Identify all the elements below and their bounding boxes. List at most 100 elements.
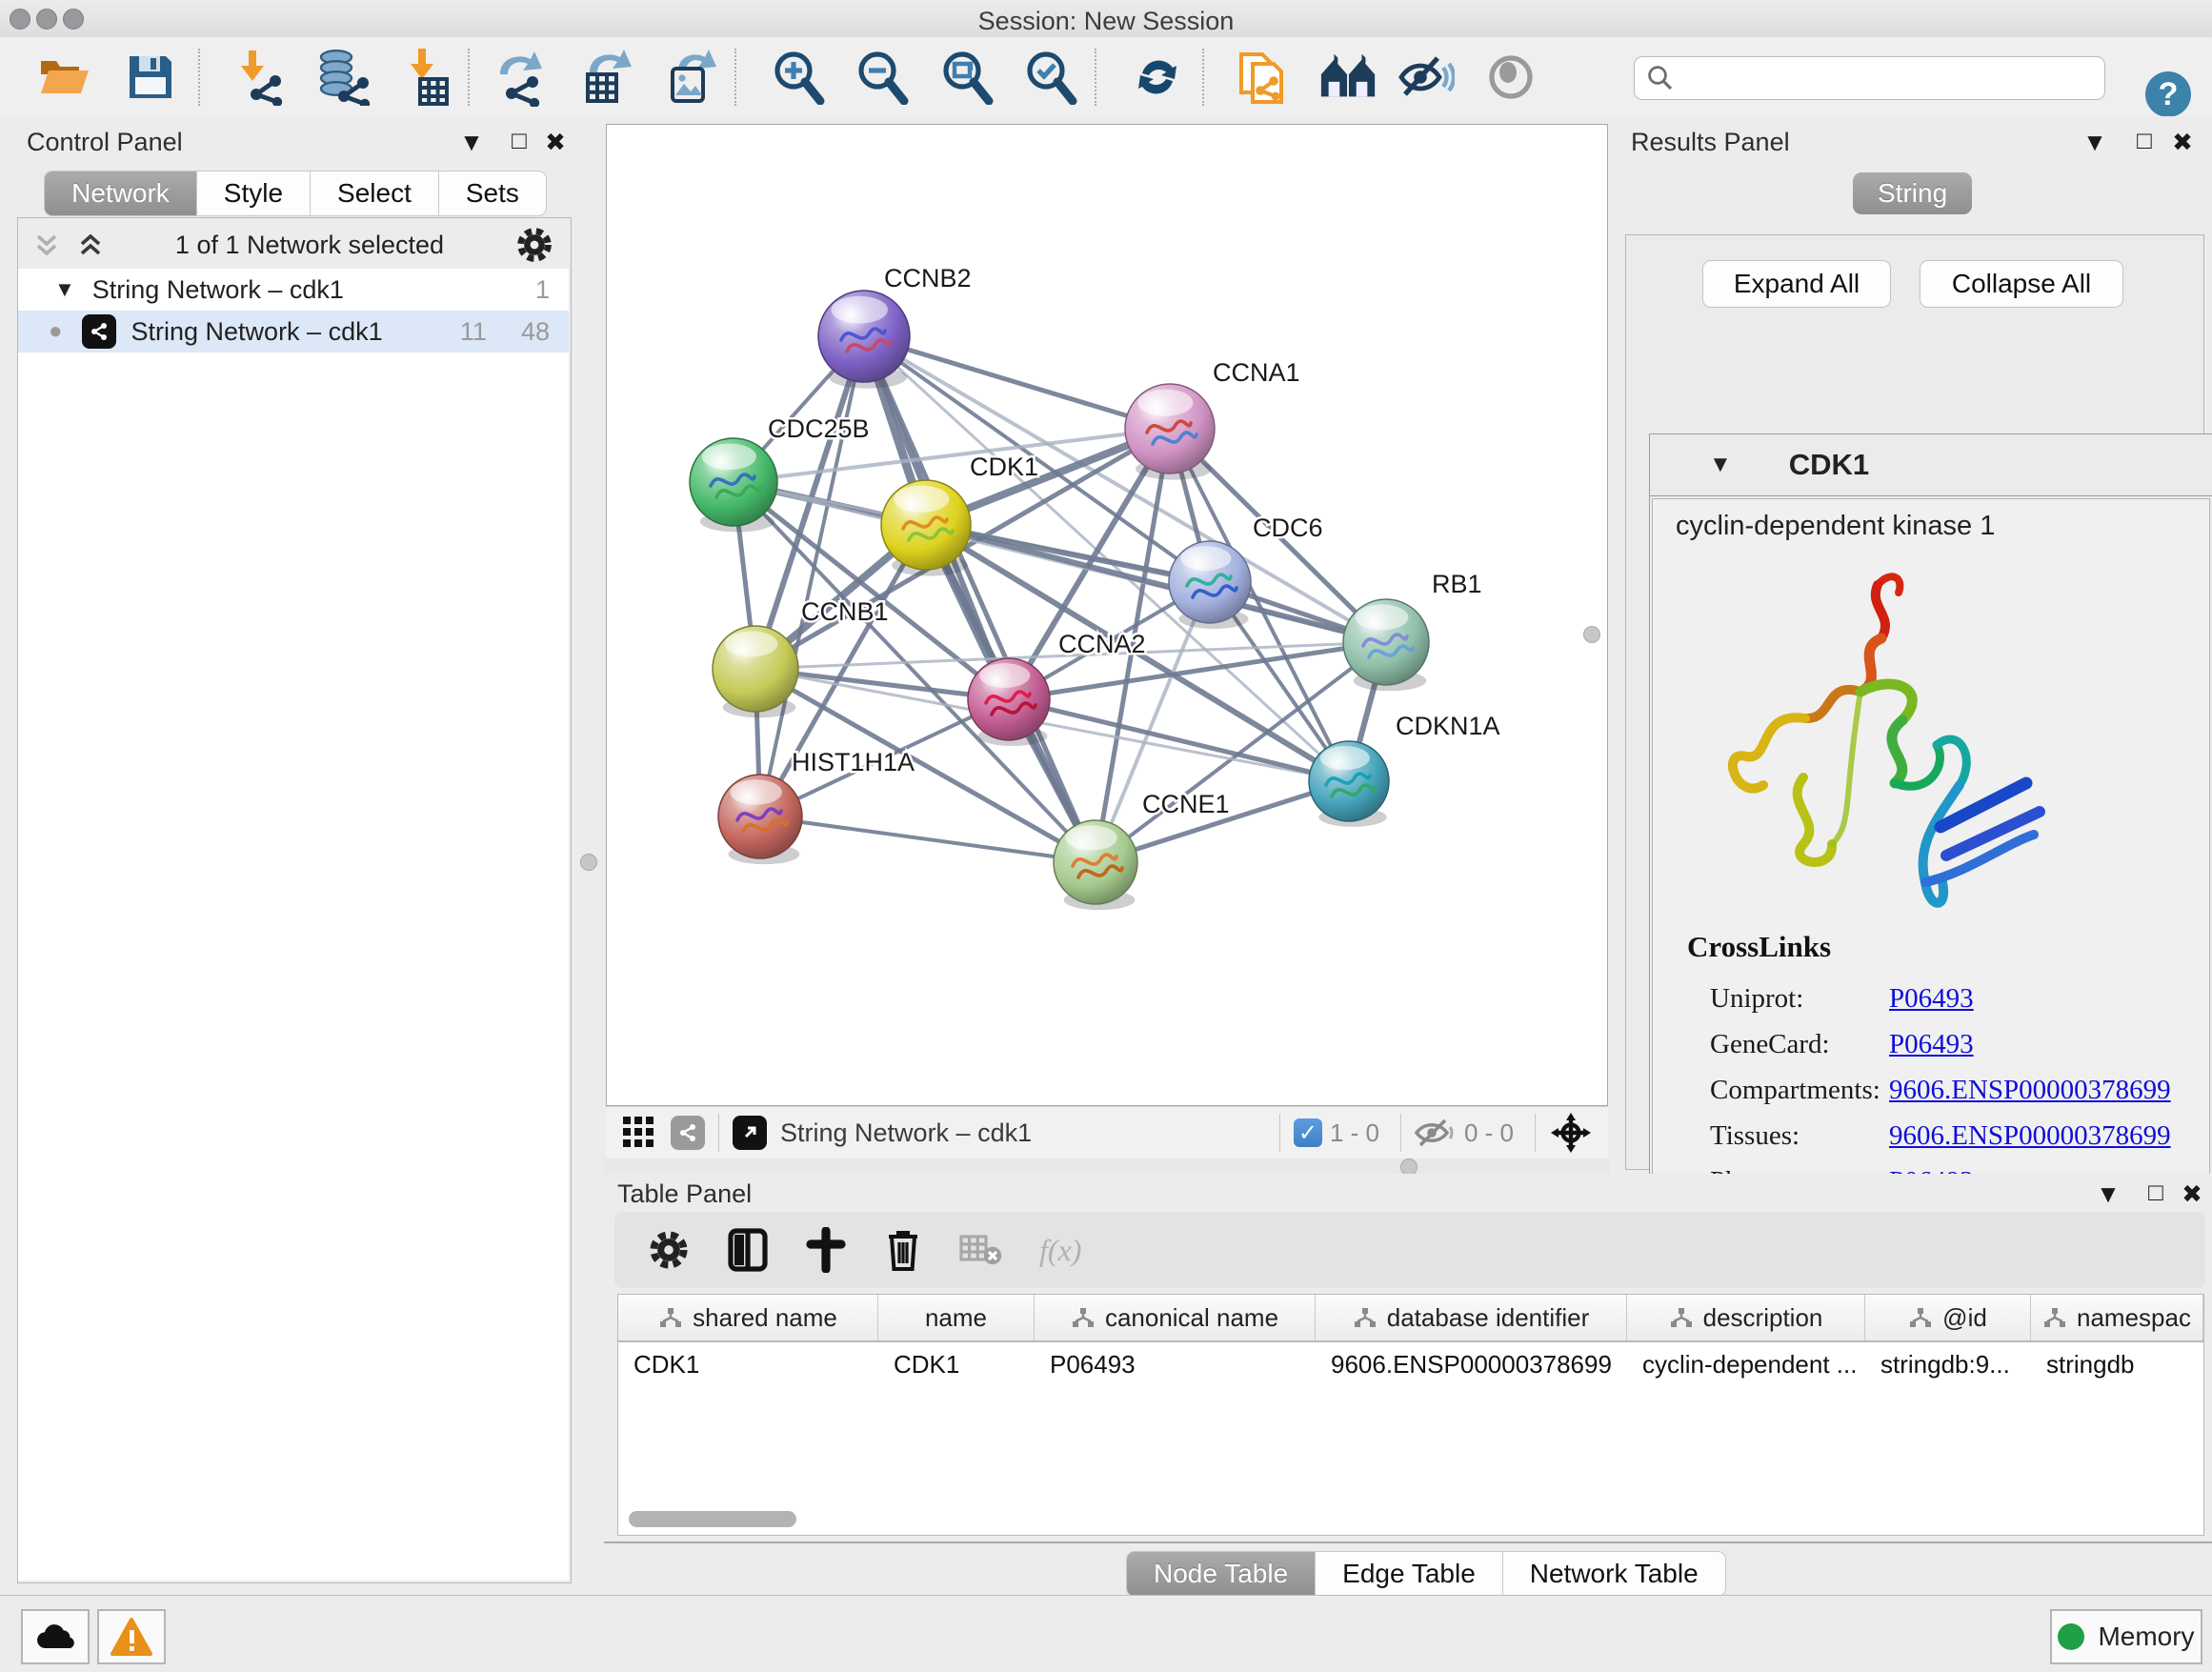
control-panel-title: Control Panel [27, 128, 183, 157]
hide-selected-button[interactable] [1396, 47, 1457, 108]
table-cell[interactable]: CDK1 [618, 1342, 878, 1386]
network-row[interactable]: ● String Network – cdk1 11 48 [18, 311, 569, 353]
left-splitter-handle[interactable] [580, 854, 597, 871]
table-row[interactable]: CDK1CDK1P064939606.ENSP00000378699cyclin… [618, 1342, 2203, 1386]
clone-network-button[interactable] [1233, 47, 1294, 108]
import-network-from-database-button[interactable] [311, 47, 372, 108]
network-canvas[interactable]: CCNB2CCNA1CDC25BCDK1CDC6RB1CCNB1CCNA2CDK… [606, 124, 1608, 1106]
table-panel-close-icon[interactable]: ✖ [2176, 1179, 2208, 1209]
tab-select[interactable]: Select [311, 171, 439, 216]
column-header-name[interactable]: name [878, 1295, 1035, 1340]
cloud-status-button[interactable] [21, 1609, 90, 1664]
refresh-view-button[interactable] [1127, 47, 1188, 108]
export-network-button[interactable] [492, 47, 553, 108]
network-edge[interactable] [760, 336, 864, 816]
tab-edge-table[interactable]: Edge Table [1316, 1551, 1503, 1597]
gene-name: CDK1 [1789, 448, 1869, 482]
network-edge[interactable] [864, 336, 1170, 429]
column-header-canonical-name[interactable]: canonical name [1035, 1295, 1316, 1340]
control-panel-close-icon[interactable]: ✖ [539, 128, 572, 157]
section-disclosure-icon[interactable]: ▼ [1709, 452, 1732, 478]
network-collection-row[interactable]: ▼ String Network – cdk1 1 [18, 269, 569, 311]
tab-sets[interactable]: Sets [439, 171, 547, 216]
export-table-button[interactable] [577, 47, 638, 108]
collapse-all-networks-icon[interactable] [76, 231, 105, 259]
zoom-selected-button[interactable] [1020, 47, 1081, 108]
table-cell[interactable]: cyclin-dependent ... [1627, 1342, 1865, 1386]
network-node-CDKN1A[interactable]: CDKN1A [1309, 712, 1500, 827]
network-edge[interactable] [760, 816, 1096, 862]
results-panel-menu-icon[interactable]: ▼ [2079, 128, 2111, 157]
export-image-button[interactable] [662, 47, 723, 108]
selected-checkbox-icon[interactable]: ✓ [1294, 1118, 1322, 1147]
network-edge[interactable] [864, 336, 1096, 862]
collection-disclosure-icon[interactable]: ▼ [54, 277, 75, 302]
delete-column-trash-icon[interactable] [883, 1227, 923, 1273]
control-panel-menu-icon[interactable]: ▼ [455, 128, 488, 157]
grid-view-icon[interactable] [621, 1115, 657, 1151]
column-header-@id[interactable]: @id [1865, 1295, 2031, 1340]
network-node-HIST1H1A[interactable]: HIST1H1A [718, 748, 915, 864]
hidden-eye-icon[interactable] [1415, 1117, 1457, 1149]
search-input[interactable] [1675, 63, 2093, 94]
control-panel-float-icon[interactable]: □ [503, 126, 535, 155]
warnings-button[interactable] [97, 1609, 166, 1664]
network-node-RB1[interactable]: RB1 [1343, 570, 1482, 691]
network-node-CCNA1[interactable]: CCNA1 [1125, 358, 1300, 480]
table-panel-menu-icon[interactable]: ▼ [2092, 1179, 2124, 1209]
crosslink-link[interactable]: 9606.ENSP00000378699 [1889, 1120, 2171, 1152]
show-all-button[interactable] [1480, 47, 1541, 108]
column-header-label: namespac [2077, 1303, 2191, 1333]
collapse-all-button[interactable]: Collapse All [1920, 260, 2123, 308]
crosslink-link[interactable]: P06493 [1889, 1029, 1974, 1060]
import-table-file-button[interactable] [395, 47, 456, 108]
table-options-gear-icon[interactable] [647, 1228, 691, 1272]
network-node-CCNB2[interactable]: CCNB2 [818, 264, 972, 389]
tab-node-table[interactable]: Node Table [1126, 1551, 1316, 1597]
column-header-database-identifier[interactable]: database identifier [1316, 1295, 1627, 1340]
toolbar-separator [1202, 49, 1204, 106]
column-header-namespac[interactable]: namespac [2031, 1295, 2203, 1340]
gene-section-header[interactable]: ▼ CDK1 [1650, 434, 2212, 496]
memory-button[interactable]: Memory [2050, 1609, 2202, 1664]
help-button[interactable]: ? [2145, 71, 2191, 117]
open-in-window-icon[interactable] [733, 1116, 767, 1150]
crosslink-link[interactable]: P06493 [1889, 983, 1974, 1015]
tab-style[interactable]: Style [197, 171, 311, 216]
network-graph[interactable]: CCNB2CCNA1CDC25BCDK1CDC6RB1CCNB1CCNA2CDK… [607, 125, 1607, 1105]
table-cell[interactable]: P06493 [1035, 1342, 1316, 1386]
table-horizontal-scrollbar[interactable] [629, 1511, 796, 1527]
expand-all-networks-icon[interactable] [32, 231, 61, 259]
table-cell[interactable]: CDK1 [878, 1342, 1035, 1386]
network-label: String Network – cdk1 [131, 317, 383, 347]
results-panel-close-icon[interactable]: ✖ [2166, 128, 2199, 157]
zoom-out-button[interactable] [852, 47, 913, 108]
expand-all-button[interactable]: Expand All [1702, 260, 1891, 308]
tab-network-table[interactable]: Network Table [1503, 1551, 1726, 1597]
results-panel-float-icon[interactable]: □ [2128, 126, 2161, 155]
column-header-shared-name[interactable]: shared name [618, 1295, 878, 1340]
column-header-description[interactable]: description [1627, 1295, 1865, 1340]
first-neighbors-button[interactable] [1317, 47, 1378, 108]
birdseye-navigator-icon[interactable] [1549, 1111, 1593, 1155]
network-options-gear-icon[interactable] [514, 225, 554, 265]
save-session-button[interactable] [120, 47, 181, 108]
network-share-icon[interactable] [671, 1116, 705, 1150]
network-edge[interactable] [1009, 699, 1349, 781]
table-panel-float-icon[interactable]: □ [2140, 1178, 2172, 1207]
table-cell[interactable]: stringdb [2031, 1342, 2203, 1386]
create-column-plus-icon[interactable] [805, 1227, 847, 1273]
tab-string[interactable]: String [1853, 172, 1972, 214]
table-cell[interactable]: stringdb:9... [1865, 1342, 2031, 1386]
crosslink-link[interactable]: 9606.ENSP00000378699 [1889, 1075, 2171, 1106]
table-cell[interactable]: 9606.ENSP00000378699 [1316, 1342, 1627, 1386]
import-network-file-button[interactable] [228, 47, 289, 108]
network-node-CDC25B[interactable]: CDC25B [690, 414, 870, 532]
network-node-CCNB1[interactable]: CCNB1 [713, 597, 889, 717]
show-columns-icon[interactable] [727, 1227, 769, 1273]
zoom-fit-button[interactable] [936, 47, 997, 108]
zoom-in-button[interactable] [768, 47, 829, 108]
open-session-button[interactable] [34, 47, 95, 108]
right-splitter-handle[interactable] [1583, 626, 1600, 643]
tab-network[interactable]: Network [44, 171, 197, 216]
